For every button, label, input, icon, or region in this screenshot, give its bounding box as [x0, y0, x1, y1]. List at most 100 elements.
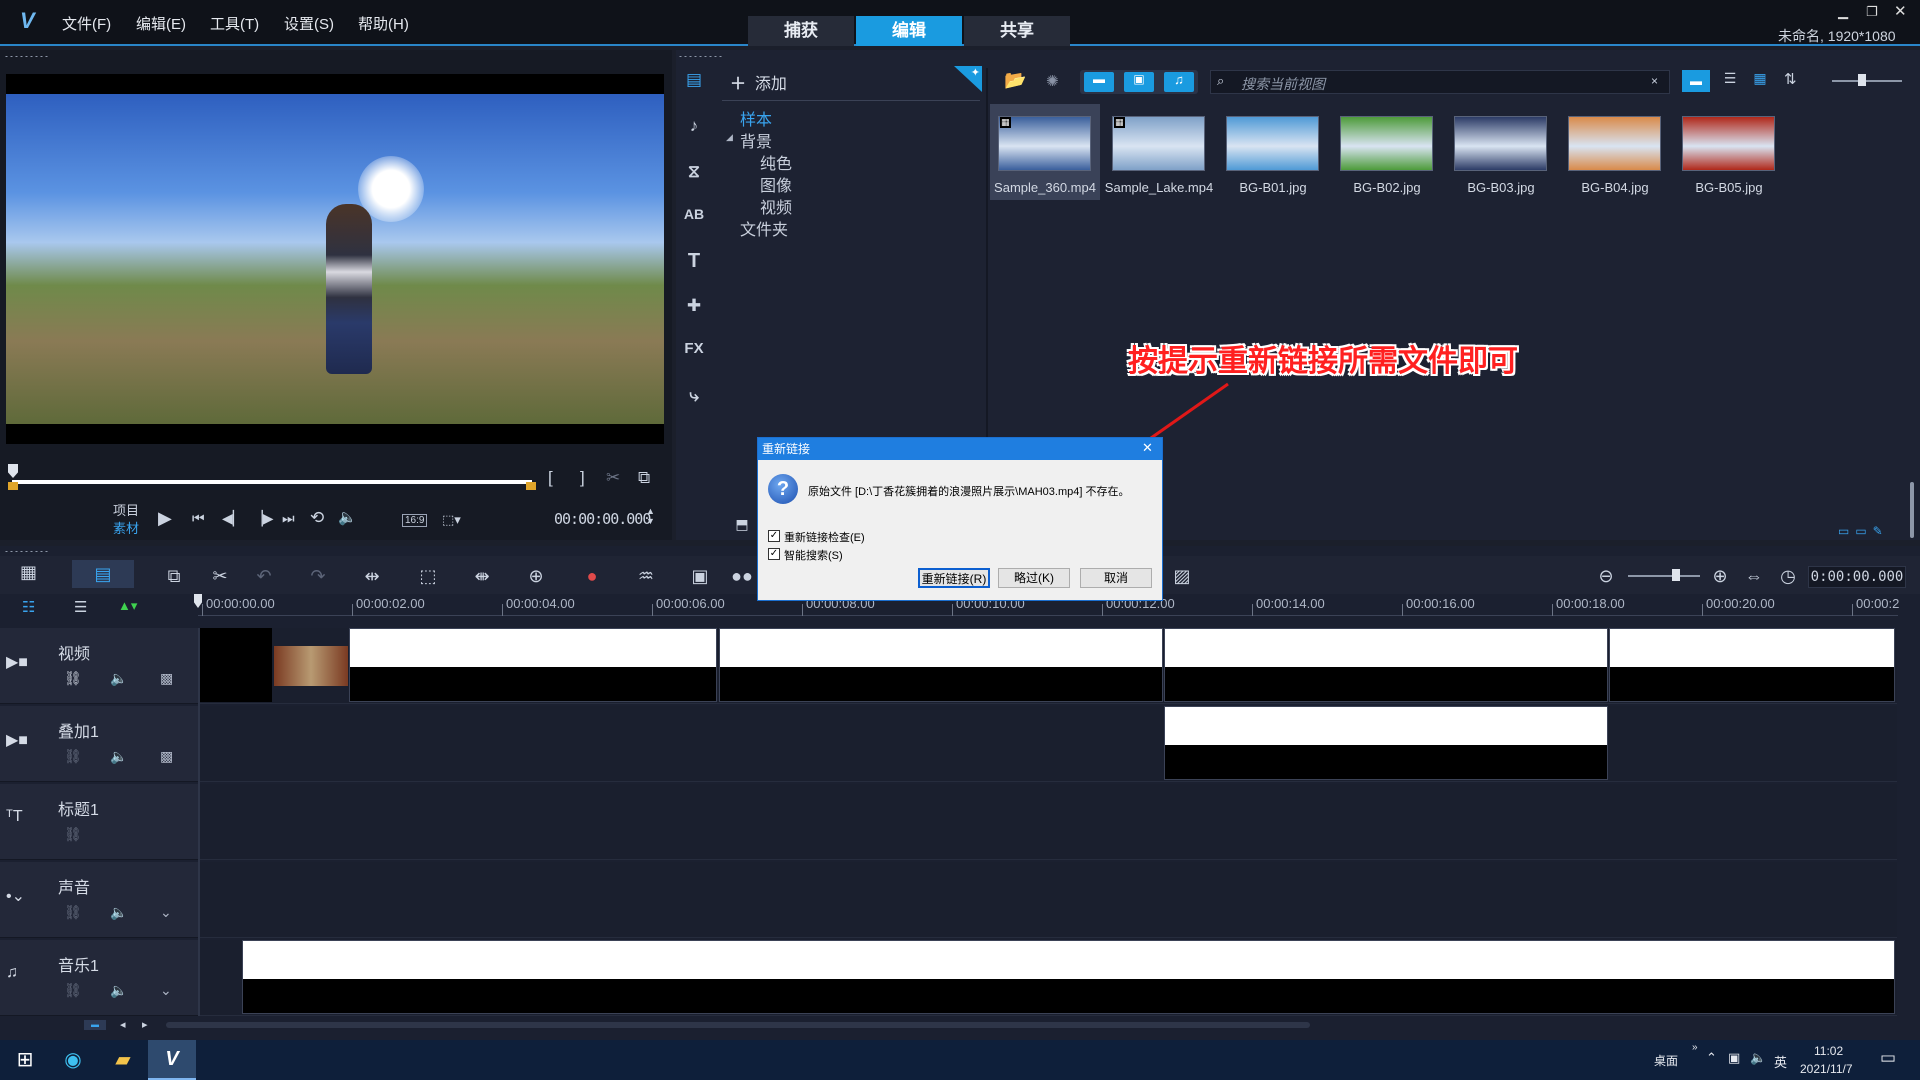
track-360-icon[interactable]: ▩	[160, 748, 173, 765]
video-clip-missing[interactable]	[349, 628, 717, 702]
scroll-right-icon[interactable]: ▸	[142, 1018, 148, 1031]
panel-grip[interactable]	[4, 55, 50, 58]
timeline-hscroll[interactable]	[166, 1022, 1310, 1028]
tree-item-folder[interactable]: 文件夹	[740, 216, 788, 240]
restore-icon[interactable]: ❐	[1866, 4, 1878, 20]
smart-search-label[interactable]: 智能搜索(S)	[784, 547, 843, 563]
network-icon[interactable]: ▣	[1728, 1050, 1740, 1066]
desktop-label[interactable]: 桌面	[1654, 1052, 1678, 1069]
notification-icon[interactable]: ▭	[1880, 1048, 1896, 1068]
fx-icon[interactable]: FX	[680, 340, 708, 357]
subtitle-icon[interactable]: ▨	[1168, 566, 1196, 587]
clock-date[interactable]: 2021/11/7	[1800, 1062, 1853, 1076]
media-thumbnail[interactable]: BG-B03.jpg	[1446, 104, 1556, 200]
video-clip-missing[interactable]	[1164, 628, 1608, 702]
ripple-link-icon[interactable]: ⛓	[64, 670, 82, 687]
split-icon[interactable]: ⇼	[468, 566, 496, 587]
audio-mix-icon[interactable]: ♒	[632, 566, 660, 587]
dialog-close-icon[interactable]: ✕	[1142, 440, 1153, 456]
track-header[interactable]: ▶■ 视频 ⛓ 🔈 ▩	[0, 628, 198, 704]
zoom-out-icon[interactable]: ⊖	[1592, 566, 1620, 587]
add-folder-button[interactable]: ＋ 添加	[730, 70, 787, 94]
close-icon[interactable]: ✕	[1894, 2, 1907, 20]
skip-start-icon[interactable]: ⏮	[192, 510, 205, 527]
enlarge-icon[interactable]: ⧉	[638, 468, 650, 488]
view-grid-icon[interactable]: ▦	[1746, 70, 1774, 92]
relink-button[interactable]: 重新链接(R)	[918, 568, 990, 588]
media-category-icon[interactable]: ▤	[680, 70, 708, 90]
clip-mode-label[interactable]: 素材	[113, 518, 139, 537]
instant-project-icon[interactable]: ♪	[680, 116, 708, 136]
ime-indicator[interactable]: 英	[1774, 1052, 1787, 1071]
timecode-spinner[interactable]: ▲ ▼	[646, 506, 655, 526]
timeline-view-icon[interactable]: ▤	[72, 560, 134, 588]
track-volume-icon[interactable]: 🔈	[110, 982, 127, 999]
skip-button[interactable]: 略过(K)	[998, 568, 1070, 588]
media-thumbnail[interactable]: ▦ Sample_Lake.mp4	[1104, 104, 1214, 200]
repeat-icon[interactable]: ⟲	[310, 508, 324, 528]
videostudio-taskbar-icon[interactable]: V	[148, 1040, 196, 1080]
tools-icon[interactable]: ✂	[206, 566, 234, 587]
project-mode-label[interactable]: 项目	[113, 500, 139, 519]
track-header[interactable]: ▶■ 叠加1 ⛓ 🔈 ▩	[0, 706, 198, 782]
title-track-icon[interactable]: ᵀT	[6, 808, 23, 826]
trim-in-marker[interactable]	[8, 482, 18, 490]
track-height-icon[interactable]: ▬	[84, 1020, 106, 1030]
track-header[interactable]: ᵀT 标题1 ⛓	[0, 784, 198, 860]
scissors-icon[interactable]: ✂	[606, 468, 620, 488]
media-thumbnail[interactable]: BG-B01.jpg	[1218, 104, 1328, 200]
autoframe-icon[interactable]: ⬚	[414, 566, 442, 587]
media-thumbnail[interactable]: BG-B05.jpg	[1674, 104, 1784, 200]
mark-in-button[interactable]: [	[548, 468, 553, 488]
title-category-icon[interactable]: AB	[680, 206, 708, 222]
windows-start-icon[interactable]: ⊞	[10, 1046, 40, 1074]
track-row[interactable]	[200, 706, 1897, 782]
menu-settings[interactable]: 设置(S)	[284, 13, 334, 34]
track-row[interactable]	[200, 862, 1897, 938]
search-box[interactable]: ⌕ 搜索当前视图 ×	[1210, 70, 1670, 94]
menu-help[interactable]: 帮助(H)	[358, 13, 409, 34]
relink-check-checkbox[interactable]: ✓	[768, 530, 780, 542]
track-expand-icon[interactable]: ⌄	[160, 982, 172, 999]
overlay-clip-missing[interactable]	[1164, 706, 1608, 780]
step-forward-icon[interactable]: ▕▶	[252, 510, 274, 527]
track-row[interactable]	[200, 784, 1897, 860]
filter-audio-icon[interactable]: ♫	[1164, 72, 1194, 92]
clock-icon[interactable]: ◷	[1774, 566, 1802, 587]
zoom-handle[interactable]	[1672, 569, 1680, 581]
cancel-button[interactable]: 取消	[1080, 568, 1152, 588]
video-clip-missing[interactable]	[719, 628, 1163, 702]
smart-search-checkbox[interactable]: ✓	[768, 548, 780, 560]
redo-icon[interactable]: ↷	[304, 566, 332, 587]
menu-tools[interactable]: 工具(T)	[210, 13, 259, 34]
view-thumbnail-icon[interactable]: ▬	[1682, 70, 1710, 92]
track-volume-icon[interactable]: 🔈	[110, 670, 127, 687]
step-back-icon[interactable]: ◀▏	[222, 510, 244, 527]
fit-icon[interactable]: ⇹	[358, 566, 386, 587]
track-manager-icon[interactable]: ☷	[22, 598, 35, 616]
panel-layout-icons[interactable]: ▭▭✎	[1838, 524, 1889, 538]
music-clip[interactable]	[242, 940, 1895, 1014]
mark-out-button[interactable]: ]	[580, 468, 585, 488]
menu-edit[interactable]: 编辑(E)	[136, 13, 186, 34]
music-track-icon[interactable]: ♫	[6, 964, 18, 982]
timeline-timecode[interactable]: 0:00:00.000	[1808, 566, 1906, 588]
tree-item-sample[interactable]: 样本	[740, 106, 772, 130]
storyboard-view-icon[interactable]: ▦	[20, 562, 37, 583]
library-collapse-icon[interactable]: ⬒	[728, 516, 756, 533]
play-icon[interactable]: ▶	[158, 508, 172, 529]
track-360-icon[interactable]: ▩	[160, 670, 173, 687]
graphics-icon[interactable]: ✚	[680, 296, 708, 316]
record-capture-icon[interactable]: ●	[578, 566, 606, 587]
file-explorer-icon[interactable]: ▰	[108, 1046, 138, 1074]
path-icon[interactable]: ⤷	[680, 386, 708, 406]
video-filter-icon[interactable]: ▣	[686, 566, 714, 587]
library-scrollbar[interactable]	[1910, 482, 1914, 538]
track-header[interactable]: ♫ 音乐1 ⛓ 🔈 ⌄	[0, 940, 198, 1016]
record-icon[interactable]: ✺	[1046, 72, 1059, 90]
search-clear-icon[interactable]: ×	[1651, 74, 1658, 88]
stabilize-icon[interactable]: ●●	[728, 566, 756, 587]
filter-video-icon[interactable]: ▬	[1084, 72, 1114, 92]
edge-icon[interactable]: ◉	[58, 1046, 88, 1074]
aspect-ratio-button[interactable]: 16:9	[402, 514, 428, 527]
